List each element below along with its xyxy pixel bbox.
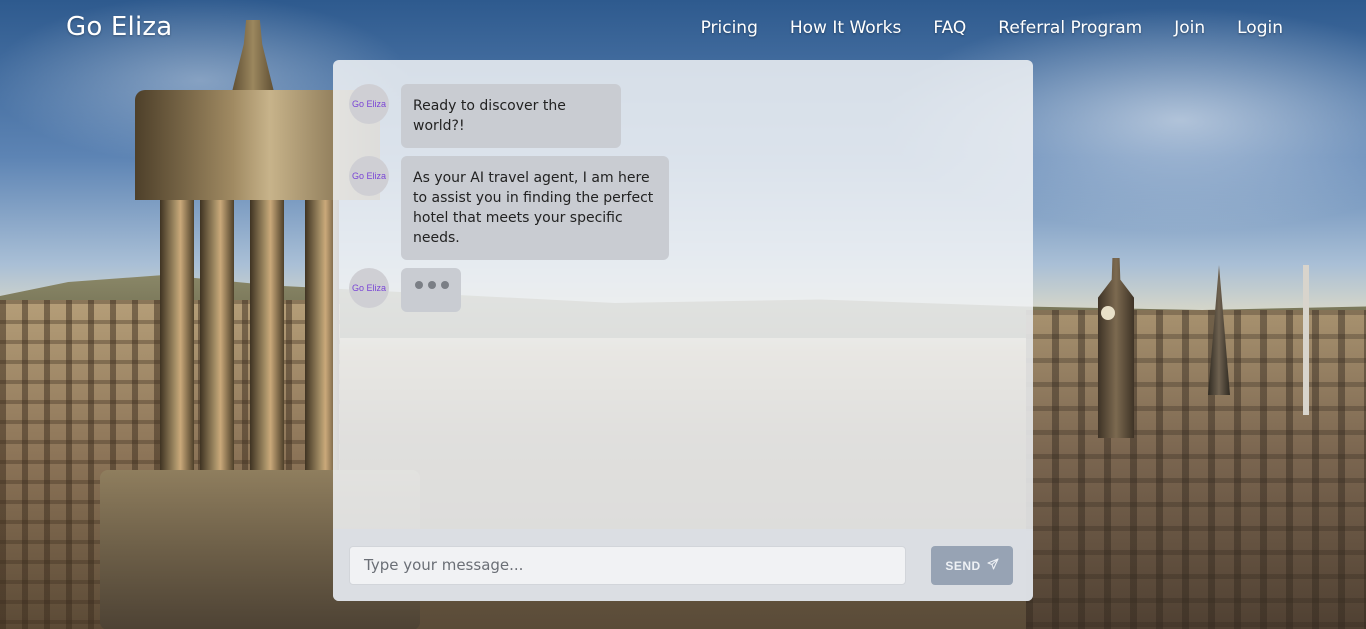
nav-menu: Pricing How It Works FAQ Referral Progra… — [701, 18, 1283, 38]
paper-plane-icon — [987, 558, 999, 573]
send-button[interactable]: SEND — [931, 546, 1013, 585]
nav-join[interactable]: Join — [1174, 18, 1205, 38]
bot-avatar: Go Eliza — [349, 156, 389, 196]
message-item: Go Eliza — [349, 268, 1017, 312]
nav-referral-program[interactable]: Referral Program — [998, 18, 1142, 38]
bot-avatar: Go Eliza — [349, 268, 389, 308]
typing-dot — [415, 281, 423, 289]
brand-logo[interactable]: Go Eliza — [66, 12, 172, 42]
message-list: Go Eliza Ready to discover the world?! G… — [349, 84, 1017, 320]
nav-how-it-works[interactable]: How It Works — [790, 18, 901, 38]
nav-pricing[interactable]: Pricing — [701, 18, 758, 38]
typing-dot — [428, 281, 436, 289]
message-bubble: As your AI travel agent, I am here to as… — [401, 156, 669, 260]
nav-faq[interactable]: FAQ — [933, 18, 966, 38]
typing-dot — [441, 281, 449, 289]
message-item: Go Eliza As your AI travel agent, I am h… — [349, 156, 1017, 260]
message-input[interactable]: Type your message... — [349, 546, 906, 585]
send-label: SEND — [945, 558, 981, 573]
message-bubble: Ready to discover the world?! — [401, 84, 621, 148]
typing-indicator — [401, 268, 461, 312]
chat-panel: Go Eliza Ready to discover the world?! G… — [333, 60, 1033, 601]
message-item: Go Eliza Ready to discover the world?! — [349, 84, 1017, 148]
nav-login[interactable]: Login — [1237, 18, 1283, 38]
bot-avatar: Go Eliza — [349, 84, 389, 124]
top-navigation: Go Eliza Pricing How It Works FAQ Referr… — [0, 0, 1366, 58]
composer: Type your message... SEND — [333, 529, 1033, 601]
